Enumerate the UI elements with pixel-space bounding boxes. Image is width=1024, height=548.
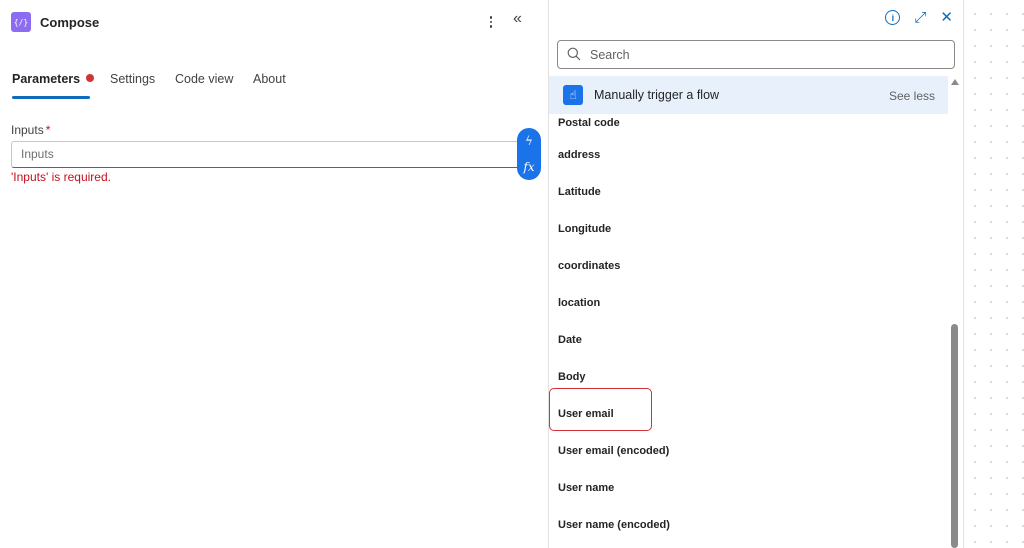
inputs-label: Inputs *	[11, 123, 51, 137]
list-item-date[interactable]: Date	[549, 323, 948, 360]
flyout-scrollbar[interactable]	[950, 76, 960, 548]
dynamic-content-flyout: i ⤢ ✕ ☝ Manually trigger a flow See less…	[548, 0, 964, 548]
dynamic-content-icon[interactable]: ϟ	[525, 135, 533, 147]
tab-code-view[interactable]: Code view	[175, 72, 233, 86]
list-item-address[interactable]: address	[549, 138, 948, 175]
see-less-button[interactable]: See less	[889, 89, 935, 103]
list-item-user-email[interactable]: User email	[549, 397, 948, 434]
designer-canvas	[963, 0, 1024, 548]
inputs-error-message: 'Inputs' is required.	[11, 170, 111, 184]
search-box	[557, 40, 955, 69]
tab-parameters[interactable]: Parameters	[12, 72, 95, 86]
compose-action-icon: {/}	[11, 12, 31, 32]
list-item-user-name-encoded[interactable]: User name (encoded)	[549, 508, 948, 545]
inputs-field-container	[11, 141, 525, 168]
collapse-panel-button[interactable]: «	[513, 10, 522, 28]
list-item-body[interactable]: Body	[549, 360, 948, 397]
expand-icon[interactable]: ⤢	[914, 10, 926, 25]
close-icon[interactable]: ✕	[940, 10, 953, 25]
search-input[interactable]	[588, 43, 942, 67]
list-item-location[interactable]: location	[549, 286, 948, 323]
trigger-section-header[interactable]: ☝ Manually trigger a flow See less	[549, 76, 948, 114]
tab-settings[interactable]: Settings	[110, 72, 155, 86]
list-item-latitude[interactable]: Latitude	[549, 175, 948, 212]
expression-icon[interactable]: fx	[523, 161, 534, 173]
list-item-user-email-encoded[interactable]: User email (encoded)	[549, 434, 948, 471]
insert-token-pill: ϟ fx	[517, 128, 541, 180]
tab-parameters-label: Parameters	[12, 72, 81, 86]
search-icon	[567, 47, 581, 61]
inputs-field[interactable]	[12, 142, 511, 165]
info-icon[interactable]: i	[885, 10, 901, 25]
manual-trigger-icon: ☝	[563, 85, 583, 105]
active-tab-indicator	[12, 96, 90, 99]
trigger-label: Manually trigger a flow	[594, 88, 720, 102]
error-indicator-dot	[86, 74, 95, 82]
flyout-toolbar: i ⤢ ✕	[885, 10, 953, 25]
more-options-icon[interactable]	[486, 13, 496, 31]
required-asterisk: *	[45, 123, 51, 137]
dynamic-content-list: Postal code address Latitude Longitude c…	[549, 114, 948, 548]
panel-header: {/} Compose «	[0, 0, 538, 46]
tab-about[interactable]: About	[253, 72, 286, 86]
compose-action-panel: {/} Compose « Parameters Settings Code v…	[0, 0, 538, 548]
list-item-user-name[interactable]: User name	[549, 471, 948, 508]
scroll-up-arrow-icon[interactable]	[951, 79, 959, 85]
scrollbar-thumb[interactable]	[951, 324, 958, 548]
list-item-longitude[interactable]: Longitude	[549, 212, 948, 249]
panel-title: Compose	[40, 15, 100, 30]
list-item-coordinates[interactable]: coordinates	[549, 249, 948, 286]
